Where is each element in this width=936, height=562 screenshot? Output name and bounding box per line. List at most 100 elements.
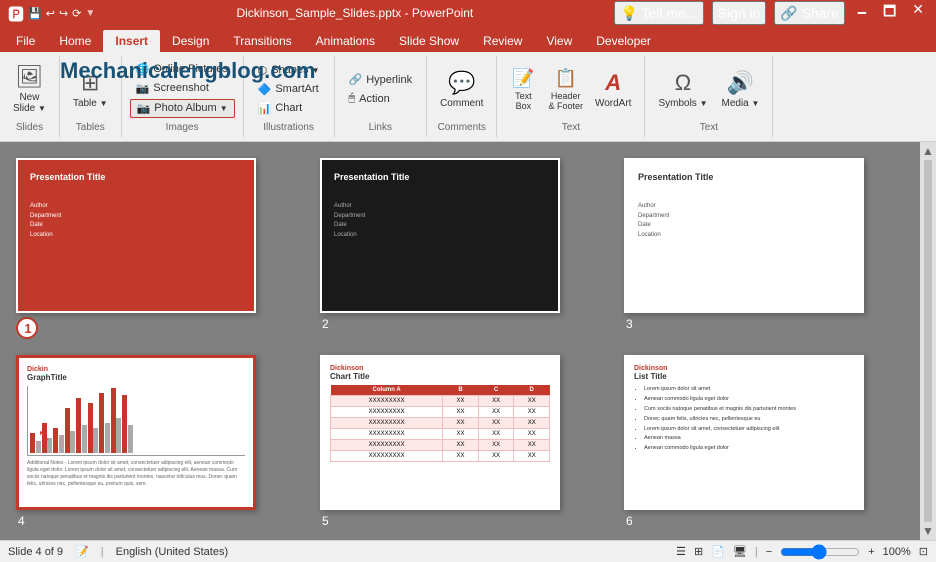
redo-btn[interactable]: ↪	[59, 7, 68, 20]
notes-btn[interactable]: 📝	[75, 545, 89, 558]
hyperlink-btn[interactable]: 🔗 Hyperlink	[343, 71, 419, 88]
comment-btn[interactable]: 💬 Comment	[435, 67, 488, 112]
bar	[30, 433, 35, 453]
new-slide-icon: 🖼	[16, 64, 44, 90]
tab-insert[interactable]: Insert	[103, 30, 160, 52]
share-btn[interactable]: 🔗 Share	[774, 1, 845, 25]
slide-thumb-6[interactable]: Dickinson List Title Lorem ipsum dolor s…	[624, 355, 864, 510]
slide-2-num: 2	[320, 317, 329, 331]
tab-view[interactable]: View	[534, 30, 584, 52]
slide-4-num: 4	[16, 514, 25, 528]
slide-6-list: Lorem ipsum dolor sit amet Aenean commod…	[634, 385, 854, 454]
zoom-out-btn[interactable]: −	[766, 546, 772, 558]
slide-5-table: Column A B C D XXXXXXXXXXXXXXX XXXXXXXXX…	[330, 385, 550, 462]
refresh-btn[interactable]: ⟳	[72, 7, 81, 20]
text-group-items: 📝 Text Box 📋 Header & Footer A WordArt	[505, 60, 636, 118]
online-pictures-btn[interactable]: 🌐 Online Pictures	[130, 61, 234, 78]
chart-icon: 📊	[258, 102, 272, 115]
photo-album-btn[interactable]: 📷 Photo Album ▼	[130, 99, 235, 118]
smartart-btn[interactable]: 🔷 SmartArt	[252, 81, 325, 98]
tab-design[interactable]: Design	[160, 30, 221, 52]
undo-btn[interactable]: ↩	[46, 7, 55, 20]
slide-5-content: Dickinson Chart Title Column A B C D XXX…	[322, 357, 558, 508]
text-group-label: Text	[562, 118, 580, 133]
tab-transitions[interactable]: Transitions	[221, 30, 303, 52]
new-slide-btn[interactable]: 🖼 New Slide ▼	[8, 61, 51, 117]
slide-3-content: Presentation Title AuthorDepartmentDateL…	[626, 160, 862, 311]
zoom-slider[interactable]	[780, 544, 860, 560]
slide-4-chart-title: GraphTitle	[27, 373, 245, 382]
symbols-btn[interactable]: Ω Symbols ▼	[653, 67, 712, 112]
header-footer-btn[interactable]: 📋 Header & Footer	[543, 65, 588, 114]
slide-3-title: Presentation Title	[638, 172, 850, 182]
wordart-btn[interactable]: A WordArt	[590, 67, 637, 112]
slide-2-container: Presentation Title AuthorDepartmentDateL…	[320, 158, 600, 339]
tell-me-btn[interactable]: 💡 Tell me...	[614, 1, 703, 25]
scroll-up-btn[interactable]: ▲	[920, 142, 936, 160]
chart-btn[interactable]: 📊 Chart	[252, 100, 309, 117]
action-btn[interactable]: 🖱 Action	[343, 90, 396, 107]
vertical-scrollbar[interactable]: ▲ ▼	[920, 142, 936, 540]
title-bar-left: 🅿 💾 ↩ ↪ ⟳ ▼	[8, 1, 95, 25]
chart-bars	[27, 386, 245, 456]
ribbon-group-symbols: Ω Symbols ▼ 🔊 Media ▼ Text	[645, 56, 773, 137]
slide-5-title: Chart Title	[330, 372, 550, 381]
bar	[105, 423, 110, 453]
tab-developer[interactable]: Developer	[584, 30, 663, 52]
links-group-label: Links	[369, 118, 392, 133]
maximize-btn[interactable]: 🗖	[879, 1, 900, 25]
shapes-btn[interactable]: ⬡ Shapes ▼	[252, 62, 326, 79]
language-indicator: English (United States)	[116, 546, 229, 558]
links-group-items: 🔗 Hyperlink 🖱 Action	[343, 60, 419, 118]
zoom-in-btn[interactable]: +	[868, 546, 874, 558]
tab-review[interactable]: Review	[471, 30, 534, 52]
fit-slide-btn[interactable]: ⊡	[919, 545, 928, 558]
scroll-down-btn[interactable]: ▼	[920, 522, 936, 540]
close-btn[interactable]: ✕	[908, 1, 928, 25]
list-item: Donec quam felis, ultricies nec, pellent…	[644, 415, 854, 425]
media-btn[interactable]: 🔊 Media ▼	[717, 67, 765, 112]
wordart-icon: A	[605, 70, 621, 96]
bar	[59, 435, 64, 453]
scroll-thumb[interactable]	[924, 160, 932, 522]
tab-file[interactable]: File	[4, 30, 47, 52]
list-item: Aenean commodo ligula eget dolor	[644, 395, 854, 405]
minimize-btn[interactable]: 🗕	[853, 1, 871, 25]
save-qat-btn[interactable]: 💾	[28, 7, 42, 20]
window-title: Dickinson_Sample_Slides.pptx - PowerPoin…	[95, 6, 614, 20]
comment-icon: 💬	[448, 70, 475, 96]
slide-thumb-5[interactable]: Dickinson Chart Title Column A B C D XXX…	[320, 355, 560, 510]
slide-2-title: Presentation Title	[334, 172, 546, 182]
list-item: Aenean massa	[644, 434, 854, 444]
hyperlink-icon: 🔗	[349, 73, 363, 86]
status-left: Slide 4 of 9 📝 | English (United States)	[8, 545, 228, 558]
reading-view-btn[interactable]: 📄	[711, 545, 725, 558]
illustrations-group-label: Illustrations	[263, 118, 314, 133]
bar	[65, 408, 70, 453]
tab-animations[interactable]: Animations	[304, 30, 387, 52]
slide-2-content: Presentation Title AuthorDepartmentDateL…	[322, 160, 558, 311]
slide-6-brand: Dickinson	[634, 365, 854, 372]
tab-home[interactable]: Home	[47, 30, 103, 52]
comments-group-items: 💬 Comment	[435, 60, 488, 118]
slide-thumb-2[interactable]: Presentation Title AuthorDepartmentDateL…	[320, 158, 560, 313]
text-box-btn[interactable]: 📝 Text Box	[505, 65, 541, 114]
images-group-items: 🌐 Online Pictures 📷 Screenshot 📷 Photo A…	[130, 60, 235, 118]
slide-thumb-1[interactable]: Presentation Title AuthorDepartmentDateL…	[16, 158, 256, 313]
slide-thumb-4[interactable]: Dickin GraphTitle	[16, 355, 256, 510]
slide-3-container: Presentation Title AuthorDepartmentDateL…	[624, 158, 904, 339]
slide-sorter-btn[interactable]: ⊞	[694, 545, 703, 558]
action-icon: 🖱	[349, 92, 356, 105]
screenshot-btn[interactable]: 📷 Screenshot	[130, 80, 215, 97]
slide-thumb-3[interactable]: Presentation Title AuthorDepartmentDateL…	[624, 158, 864, 313]
tab-slideshow[interactable]: Slide Show	[387, 30, 471, 52]
sign-in-btn[interactable]: Sign in	[712, 1, 767, 25]
table-btn[interactable]: ⊞ Table ▼	[68, 67, 113, 112]
ribbon-group-slides: 🖼 New Slide ▼ Slides	[0, 56, 60, 137]
slideshow-btn[interactable]: 🖥	[733, 545, 747, 558]
ribbon-tabs: File Home Insert Design Transitions Anim…	[0, 26, 936, 52]
normal-view-btn[interactable]: ☰	[676, 545, 686, 558]
list-item: Lorem ipsum dolor sit amet, consectetuer…	[644, 425, 854, 435]
col-d: D	[514, 385, 550, 396]
images-group-label: Images	[166, 118, 199, 133]
